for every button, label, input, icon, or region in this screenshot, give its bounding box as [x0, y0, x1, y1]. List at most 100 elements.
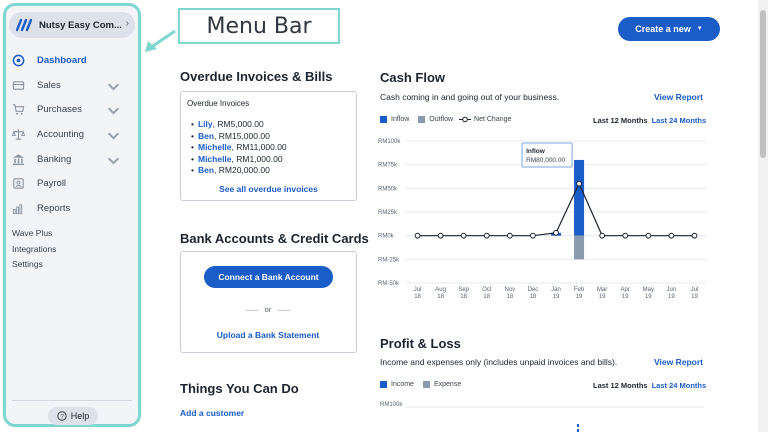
bank-icon [12, 153, 25, 165]
pl-range-12-months[interactable]: Last 12 Months [593, 381, 648, 390]
pl-range-24-months[interactable]: Last 24 Months [652, 381, 707, 390]
invoice-customer-link[interactable]: Lily [198, 119, 213, 129]
cashflow-title: Cash Flow [380, 70, 446, 85]
sidebar-divider [12, 400, 132, 401]
sidebar-item-payroll[interactable]: Payroll [12, 171, 132, 196]
create-new-label: Create a new [635, 24, 691, 34]
scrollbar-thumb[interactable] [760, 10, 766, 158]
cashflow-range: Last 12 Months Last 24 Months [593, 116, 706, 125]
sidebar-link-integrations[interactable]: Integrations [12, 244, 56, 260]
x-tick-label: Feb [574, 287, 585, 293]
x-tick-label: Jul [414, 287, 422, 293]
sidebar-item-purchases[interactable]: Purchases [12, 97, 132, 122]
tooltip-value: RM80,000.00 [526, 157, 565, 164]
sidebar-link-settings[interactable]: Settings [12, 259, 56, 275]
outflow-bar [574, 235, 585, 260]
net-change-point [414, 232, 421, 239]
create-new-button[interactable]: Create a new ▼ [618, 17, 720, 41]
cart-icon [12, 104, 25, 115]
chevron-right-icon: › [125, 18, 129, 29]
legend-inflow: Inflow [391, 116, 410, 123]
legend-income: Income [391, 381, 414, 388]
invoice-amount: , RM5,000.00 [212, 119, 264, 129]
invoice-customer-link[interactable]: Ben [198, 131, 214, 141]
x-tick-label-year: 19 [599, 294, 606, 300]
x-tick-label: Oct [482, 287, 492, 293]
y-tick-label: RM100k [378, 139, 401, 145]
sidebar-item-dashboard[interactable]: Dashboard [12, 48, 132, 73]
invoice-amount: , RM1,000.00 [231, 153, 283, 164]
net-change-point [530, 232, 536, 239]
sidebar-link-wave-plus[interactable]: Wave Plus [12, 228, 56, 244]
sidebar-nav: Dashboard Sales Purchases Accounting Ban… [12, 48, 132, 221]
pl-subtitle: Income and expenses only (includes unpai… [380, 357, 618, 367]
sidebar: Nutsy Easy Com... › Dashboard Sales Purc… [3, 3, 141, 427]
pl-chart [405, 406, 705, 432]
help-label: Help [70, 411, 90, 421]
x-tick-label-year: 18 [460, 294, 467, 300]
invoice-customer-link[interactable]: Ben [198, 165, 214, 175]
net-change-point [483, 232, 490, 239]
overdue-list: Lily, RM5,000.00 Ben, RM15,000.00 Michel… [191, 119, 287, 177]
invoice-amount: , RM20,000.00 [214, 165, 270, 175]
page-scrollbar[interactable] [758, 0, 768, 432]
chevron-down-icon [107, 157, 120, 165]
cashflow-view-report-link[interactable]: View Report [654, 92, 703, 102]
cashflow-chart: RM100k RM75k RM50k RM25k RM0k RM-25k RM-50k Jul… [378, 139, 706, 300]
legend-outflow: Outflow [429, 116, 454, 123]
sales-icon [12, 80, 25, 90]
wave-logo-icon [16, 18, 32, 32]
upload-statement-link[interactable]: Upload a Bank Statement [180, 330, 356, 340]
legend-expense: Expense [433, 381, 462, 388]
annotation-arrow-icon [145, 29, 176, 52]
invoice-customer-link[interactable]: Michelle [198, 142, 232, 152]
x-tick-label: Jun [667, 287, 677, 293]
net-change-line [417, 182, 695, 237]
add-customer-link[interactable]: Add a customer [180, 408, 244, 418]
net-change-point [622, 232, 629, 239]
pl-view-report-link[interactable]: View Report [654, 357, 703, 367]
connect-bank-button[interactable]: Connect a Bank Account [204, 266, 333, 288]
business-switcher[interactable]: Nutsy Easy Com... › [9, 12, 135, 38]
x-tick-label: Mar [597, 287, 607, 293]
bank-title: Bank Accounts & Credit Cards [180, 231, 369, 246]
pl-title: Profit & Loss [380, 336, 461, 351]
net-change-point [599, 232, 606, 239]
x-tick-label: Sep [458, 287, 469, 293]
caret-down-icon: ▼ [696, 26, 703, 32]
sidebar-item-banking[interactable]: Banking [12, 147, 132, 172]
range-12-months[interactable]: Last 12 Months [593, 116, 648, 125]
help-icon: ? [57, 411, 67, 421]
x-tick-label: May [643, 287, 654, 293]
x-tick-label-year: 19 [691, 294, 698, 300]
pl-range: Last 12 Months Last 24 Months [593, 381, 706, 390]
legend-swatch-expense [422, 381, 430, 388]
chevron-down-icon [107, 83, 120, 91]
help-button[interactable]: ? Help [48, 407, 98, 425]
x-tick-label: Dec [528, 287, 539, 293]
x-tick-label-year: 19 [645, 294, 652, 300]
net-change-point [576, 180, 582, 187]
range-24-months[interactable]: Last 24 Months [652, 116, 707, 125]
list-item: Ben, RM15,000.00 [191, 131, 287, 143]
sidebar-item-reports[interactable]: Reports [12, 196, 132, 221]
x-tick-label: Aug [435, 287, 446, 293]
legend-swatch-outflow [418, 116, 426, 123]
list-item: Michelle, RM1,000.00 [191, 154, 287, 166]
sidebar-item-sales[interactable]: Sales [12, 73, 132, 98]
sidebar-secondary-links: Wave Plus Integrations Settings [12, 228, 56, 275]
cashflow-legend: Inflow Outflow Net Change [380, 116, 511, 123]
net-change-point [668, 232, 675, 239]
sidebar-item-accounting[interactable]: Accounting [12, 122, 132, 147]
see-all-overdue-link[interactable]: See all overdue invoices [181, 184, 356, 194]
invoice-customer-link[interactable]: Michelle [198, 154, 232, 164]
tooltip-title: Inflow [526, 148, 546, 155]
net-change-point [437, 232, 444, 239]
inflow-bar [574, 159, 585, 236]
y-tick-label: RM75k [378, 163, 398, 169]
y-tick-label: RM-50k [378, 281, 400, 287]
x-tick-label-year: 18 [414, 294, 421, 300]
overdue-card: Overdue Invoices Lily, RM5,000.00 Ben, R… [180, 91, 357, 201]
sidebar-item-label: Banking [37, 153, 72, 165]
x-tick-label: Jul [691, 287, 699, 293]
